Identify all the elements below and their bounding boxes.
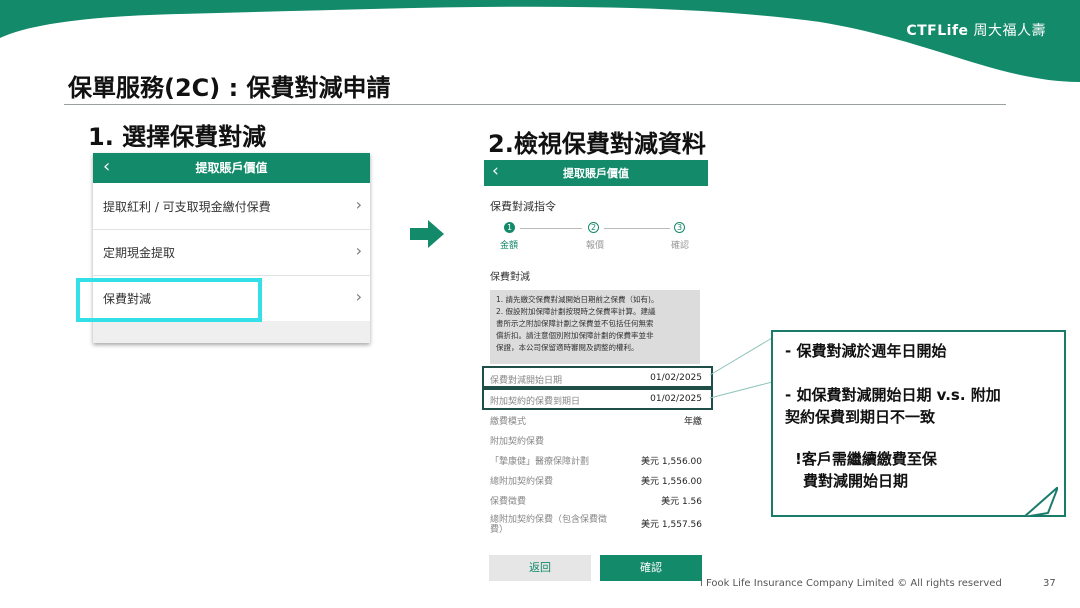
confirm-button[interactable]: 確認	[600, 555, 702, 581]
step-label-3: 確認	[671, 241, 690, 251]
menu-item-label: 提取紅利 / 可支取現金繳付保費	[103, 200, 271, 214]
step-circle-1: 1	[504, 222, 515, 233]
notice-line: 書所示之附加保障計劃之保費並不包括任何無索	[496, 319, 654, 328]
screen1-header-title: 提取賬戶價值	[195, 161, 268, 175]
copyright-footer: i Fook Life Insurance Company Limited © …	[700, 578, 1002, 589]
menu-item-regular-withdrawal[interactable]: 定期現金提取 ›	[93, 230, 370, 276]
section-title: 保費對減指令	[490, 200, 556, 213]
step-circle-2: 2	[588, 222, 599, 233]
title-divider	[64, 104, 1006, 105]
row-value: 年繳	[683, 417, 702, 427]
row-value: 美元 1,557.56	[641, 520, 702, 530]
callout-point-3-line1: !客戶需繼續繳費至保	[795, 450, 937, 468]
notice-line: 2. 假設附加保障計劃按現時之保費率計算。建議	[496, 307, 656, 316]
callout-point-2-line2: 契約保費到期日不一致	[785, 408, 936, 426]
notice-line: 償折扣。請注意個別附加保障計劃的保費率並非	[496, 331, 654, 340]
callout-connector	[709, 337, 773, 399]
arrow-right-icon	[410, 220, 444, 248]
page-curl-icon	[1024, 487, 1058, 517]
row-value: 美元 1.56	[661, 497, 702, 507]
menu-item-label: 定期現金提取	[103, 246, 176, 260]
callout-box: - 保費對減於週年日開始 - 如保費對減開始日期 v.s. 附加 契約保費到期日…	[771, 330, 1066, 517]
step2-title: 2.檢視保費對減資料	[488, 130, 706, 158]
screen1-header: ‹ 提取賬戶價值	[93, 153, 370, 183]
notice-box: 1. 請先繳交保費對減開始日期前之保費（如有)。 2. 假設附加保障計劃按現時之…	[490, 290, 700, 364]
step-label-2: 報價	[586, 241, 605, 251]
chevron-right-icon: ›	[355, 195, 362, 214]
menu-item-dividend-withdrawal[interactable]: 提取紅利 / 可支取現金繳付保費 ›	[93, 184, 370, 230]
highlight-box-offset-start-date	[482, 366, 713, 388]
page-number: 37	[1043, 578, 1056, 589]
notice-line: 1. 請先繳交保費對減開始日期前之保費（如有)。	[496, 295, 659, 304]
screen1-footer	[93, 321, 370, 343]
row-label: 繳費模式	[490, 417, 527, 427]
row-label: 「摯康健」醫療保障計劃	[490, 457, 590, 467]
callout-point-1: - 保費對減於週年日開始	[785, 342, 947, 360]
screen2-header: ‹ 提取賬戶價值	[484, 160, 708, 186]
chevron-right-icon: ›	[355, 287, 362, 306]
subheading: 保費對減	[490, 272, 530, 283]
stepper-connector	[604, 228, 670, 229]
row-value: 美元 1,556.00	[641, 477, 702, 487]
step1-title: 1. 選擇保費對減	[88, 123, 267, 151]
screen2-header-title: 提取賬戶價值	[563, 167, 629, 180]
ctflife-logo: CTFLife 周大福人壽	[906, 20, 1046, 40]
highlight-box-premium-offset	[76, 278, 262, 322]
row-label-continued: 費）	[490, 525, 509, 535]
stepper-connector	[520, 228, 582, 229]
page-title: 保單服務(2C) : 保費對減申請	[68, 74, 391, 102]
back-button[interactable]: 返回	[489, 555, 591, 581]
highlight-box-rider-due-date	[482, 388, 713, 410]
callout-point-2-line1: - 如保費對減開始日期 v.s. 附加	[785, 386, 1001, 404]
callout-point-3-line2: 費對減開始日期	[803, 472, 909, 490]
logo-chinese: 周大福人壽	[973, 23, 1046, 39]
step-circle-3: 3	[674, 222, 685, 233]
chevron-right-icon: ›	[355, 241, 362, 260]
notice-line: 保證，本公司保留適時審閱及調整的權利。	[496, 343, 639, 352]
row-label: 總附加契約保費	[490, 477, 554, 487]
row-value: 美元 1,556.00	[641, 457, 702, 467]
row-label: 附加契約保費	[490, 437, 545, 447]
row-label: 保費徵費	[490, 497, 527, 507]
logo-latin: CTFLife	[906, 23, 969, 39]
step-label-1: 金額	[500, 241, 519, 251]
